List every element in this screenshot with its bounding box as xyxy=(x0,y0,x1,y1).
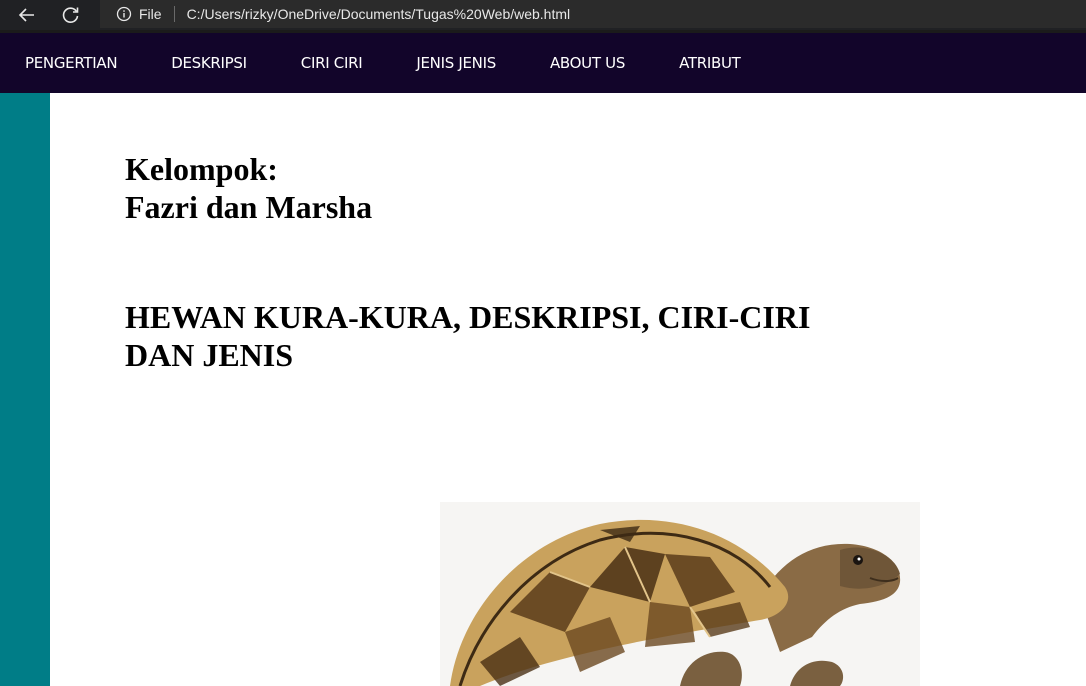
reload-button[interactable] xyxy=(56,0,86,30)
page-title: HEWAN KURA-KURA, DESKRIPSI, CIRI-CIRI DA… xyxy=(125,298,845,374)
group-members: Fazri dan Marsha xyxy=(125,189,373,225)
nav-link-ciri-ciri[interactable]: CIRI CIRI xyxy=(301,54,363,72)
back-button[interactable] xyxy=(12,0,42,30)
group-info: Kelompok: Fazri dan Marsha xyxy=(125,150,845,226)
address-bar[interactable]: File C:/Users/rizky/OneDrive/Documents/T… xyxy=(100,0,1086,28)
file-scheme-label: File xyxy=(139,6,162,22)
page-title-line-2: DAN JENIS xyxy=(125,337,294,373)
nav-link-deskripsi[interactable]: DESKRIPSI xyxy=(171,54,247,72)
page-title-line-1: HEWAN KURA-KURA, DESKRIPSI, CIRI-CIRI xyxy=(125,299,811,335)
site-navbar: PENGERTIAN DESKRIPSI CIRI CIRI JENIS JEN… xyxy=(0,33,1086,93)
nav-link-about-us[interactable]: ABOUT US xyxy=(550,54,625,72)
turtle-image xyxy=(440,502,920,686)
address-separator xyxy=(173,6,175,22)
nav-link-pengertian[interactable]: PENGERTIAN xyxy=(25,54,118,72)
turtle-illustration xyxy=(450,519,901,686)
back-arrow-icon xyxy=(18,8,34,22)
nav-link-jenis-jenis[interactable]: JENIS JENIS xyxy=(416,54,496,72)
group-label: Kelompok: xyxy=(125,151,278,187)
info-icon[interactable] xyxy=(116,6,132,22)
nav-link-atribut[interactable]: ATRIBUT xyxy=(679,54,741,72)
reload-icon xyxy=(62,7,79,23)
url-text[interactable]: C:/Users/rizky/OneDrive/Documents/Tugas%… xyxy=(187,6,571,22)
side-accent-strip xyxy=(0,93,50,686)
